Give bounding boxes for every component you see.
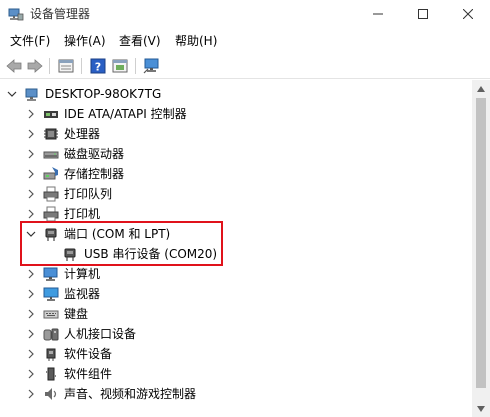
tree-item[interactable]: 声音、视频和游戏控制器	[0, 384, 472, 404]
printer-icon	[43, 206, 59, 222]
close-icon	[462, 9, 473, 19]
chevron-right-icon[interactable]	[25, 288, 37, 300]
monitor-icon	[43, 287, 59, 301]
scan-hardware-button[interactable]	[142, 56, 162, 76]
scroll-down-arrow-icon	[477, 405, 485, 412]
computer-icon	[43, 267, 58, 281]
tree-item-label: 计算机	[64, 267, 101, 281]
tree-item[interactable]: 打印队列	[0, 184, 472, 204]
root-label: DESKTOP-98OK7TG	[45, 87, 162, 101]
scroll-up-button[interactable]	[472, 80, 490, 97]
menu-view[interactable]: 查看(V)	[117, 33, 163, 49]
toolbar-separator	[81, 58, 82, 74]
tree-item-label: 人机接口设备	[64, 327, 137, 341]
tree-item[interactable]: 磁盘驱动器	[0, 144, 472, 164]
chevron-right-icon[interactable]	[25, 268, 37, 280]
forward-button[interactable]	[25, 56, 45, 76]
highlight-annotation	[20, 221, 223, 266]
tree-item[interactable]: 监视器	[0, 284, 472, 304]
menu-action[interactable]: 操作(A)	[62, 33, 108, 49]
processor-icon	[44, 128, 58, 140]
tree-item[interactable]: 存储控制器	[0, 164, 472, 184]
update-driver-icon	[112, 59, 128, 73]
computer-root-icon	[25, 88, 38, 101]
tree-item-label: 声音、视频和游戏控制器	[64, 387, 197, 401]
toolbar: ?	[0, 53, 490, 79]
software-device-icon	[46, 348, 56, 361]
print-queue-icon	[43, 186, 59, 202]
menu-bar: 文件(F) 操作(A) 查看(V) 帮助(H)	[0, 30, 490, 52]
keyboard-icon	[43, 310, 59, 319]
disk-drive-icon	[43, 151, 59, 159]
tree-root[interactable]: DESKTOP-98OK7TG	[0, 84, 472, 104]
tree-item-label: 存储控制器	[64, 167, 125, 181]
chevron-right-icon[interactable]	[25, 348, 37, 360]
tree-item-label: 监视器	[64, 287, 101, 301]
tree-item[interactable]: 处理器	[0, 124, 472, 144]
forward-arrow-icon	[27, 59, 43, 73]
chevron-right-icon[interactable]	[25, 308, 37, 320]
tree-item-label: 处理器	[64, 127, 101, 141]
hid-icon	[43, 328, 59, 341]
title-bar: 设备管理器	[0, 0, 490, 28]
chevron-right-icon[interactable]	[25, 208, 37, 220]
chevron-right-icon[interactable]	[25, 168, 37, 180]
chevron-right-icon[interactable]	[25, 188, 37, 200]
chevron-right-icon[interactable]	[25, 128, 37, 140]
help-icon: ?	[90, 58, 106, 74]
back-button[interactable]	[4, 56, 24, 76]
tree-item[interactable]: 计算机	[0, 264, 472, 284]
close-button[interactable]	[445, 0, 490, 28]
maximize-icon	[417, 9, 428, 19]
tree-item[interactable]: IDE ATA/ATAPI 控制器	[0, 104, 472, 124]
toolbar-separator	[49, 58, 50, 74]
device-tree: DESKTOP-98OK7TG IDE ATA/ATAPI 控制器 处理器 磁盘…	[0, 80, 472, 417]
scroll-up-arrow-icon	[477, 85, 485, 92]
monitor-scan-icon	[143, 58, 159, 74]
chevron-down-icon[interactable]	[6, 88, 18, 100]
toolbar-separator	[135, 58, 136, 74]
chevron-right-icon[interactable]	[25, 148, 37, 160]
scroll-down-button[interactable]	[472, 400, 490, 417]
menu-file[interactable]: 文件(F)	[8, 33, 52, 49]
chevron-right-icon[interactable]	[25, 388, 37, 400]
help-button[interactable]: ?	[88, 56, 108, 76]
tree-item[interactable]: 键盘	[0, 304, 472, 324]
svg-text:?: ?	[95, 61, 101, 74]
tree-item[interactable]: 软件设备	[0, 344, 472, 364]
update-driver-button[interactable]	[110, 56, 130, 76]
tree-item-label: 打印队列	[64, 187, 113, 201]
minimize-icon	[372, 13, 383, 15]
chevron-right-icon[interactable]	[25, 368, 37, 380]
properties-button[interactable]	[56, 56, 76, 76]
vertical-scrollbar[interactable]	[472, 80, 490, 417]
tree-item[interactable]: 人机接口设备	[0, 324, 472, 344]
software-component-icon	[46, 367, 56, 381]
menu-help[interactable]: 帮助(H)	[173, 33, 219, 49]
tree-item[interactable]: 软件组件	[0, 364, 472, 384]
ide-controller-icon	[44, 111, 58, 118]
tree-item-label: 磁盘驱动器	[64, 147, 125, 161]
tree-item-label: IDE ATA/ATAPI 控制器	[64, 107, 187, 121]
window-title: 设备管理器	[30, 7, 91, 21]
device-manager-app-icon	[8, 6, 24, 22]
back-arrow-icon	[6, 59, 22, 73]
storage-controller-icon	[43, 167, 58, 180]
scroll-thumb[interactable]	[476, 98, 486, 388]
tree-item-label: 软件设备	[64, 347, 113, 361]
minimize-button[interactable]	[355, 0, 400, 28]
tree-item-label: 打印机	[64, 207, 101, 221]
tree-item-label: 软件组件	[64, 367, 113, 381]
chevron-right-icon[interactable]	[25, 108, 37, 120]
properties-icon	[58, 59, 74, 73]
tree-item-label: 键盘	[64, 307, 89, 321]
sound-icon	[45, 388, 57, 400]
maximize-button[interactable]	[400, 0, 445, 28]
chevron-right-icon[interactable]	[25, 328, 37, 340]
